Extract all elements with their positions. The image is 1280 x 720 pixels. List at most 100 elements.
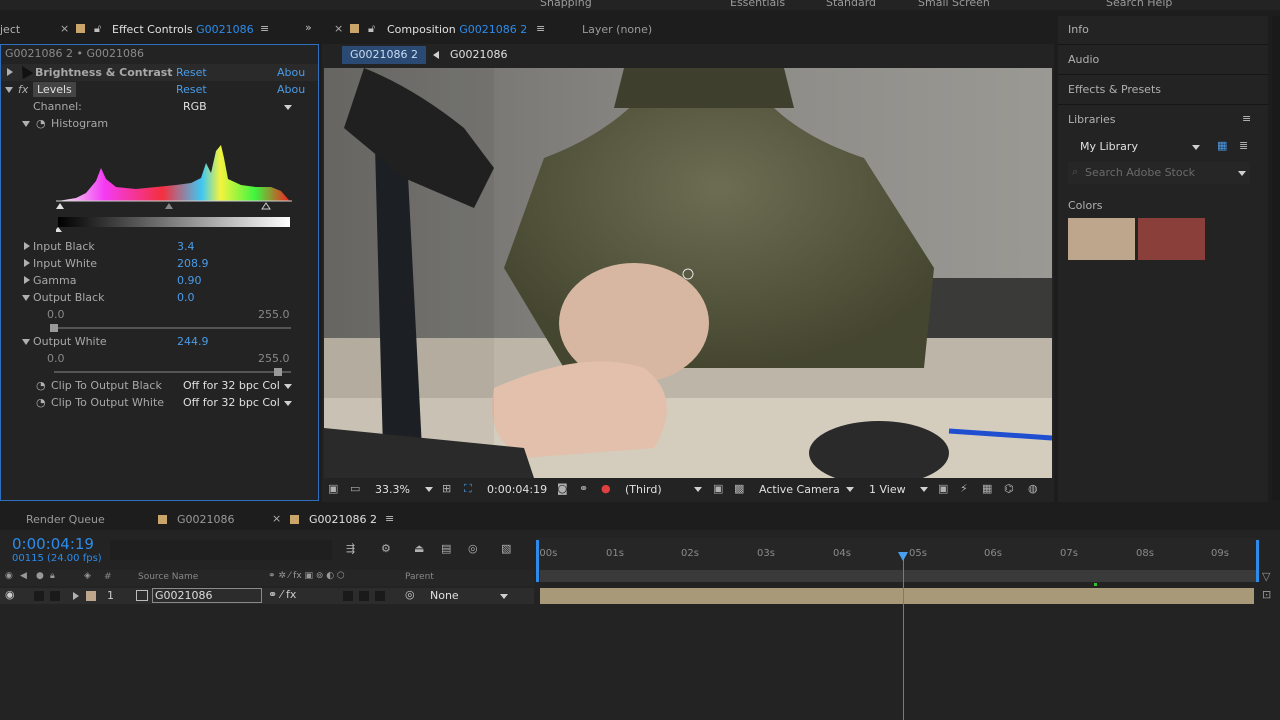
switches-icons[interactable]: ⚭ ⁄ fx xyxy=(268,588,296,601)
expand-icon[interactable] xyxy=(7,68,13,76)
layer-row[interactable]: ◉ 1 G0021086 ⚭ ⁄ fx ◎ None xyxy=(0,588,534,604)
overflow-icon[interactable]: » xyxy=(305,21,312,34)
chevron-down-icon[interactable] xyxy=(920,487,928,492)
timeline-icon[interactable]: ▦ xyxy=(982,482,992,495)
composition-tab[interactable]: Composition G0021086 2 xyxy=(387,23,527,36)
render-queue-tab[interactable]: Render Queue xyxy=(26,513,105,526)
lock-toggle[interactable] xyxy=(50,591,60,601)
transparency-grid-icon[interactable]: ▩ xyxy=(734,482,744,495)
resolution-select[interactable]: (Third) xyxy=(625,483,662,496)
channel-icon[interactable]: ● xyxy=(601,482,611,495)
playhead-icon[interactable] xyxy=(898,552,908,561)
layer-duration-bar[interactable] xyxy=(540,588,1254,604)
switch-box[interactable] xyxy=(359,591,369,601)
about-link[interactable]: Abou xyxy=(277,64,305,81)
about-link[interactable]: Abou xyxy=(277,81,305,98)
draft-3d-icon[interactable]: ⚙︎ xyxy=(381,542,391,555)
chevron-down-icon[interactable] xyxy=(1192,145,1200,150)
lock-icon[interactable]: 🔓︎ xyxy=(368,22,375,36)
expand-icon[interactable] xyxy=(73,592,79,600)
chevron-down-icon[interactable] xyxy=(284,105,292,110)
workspace-small-screen[interactable]: Small Screen xyxy=(918,0,990,9)
comp-marker-bin-icon[interactable]: ▽ xyxy=(1262,570,1276,584)
param-value[interactable]: 0.90 xyxy=(177,272,202,289)
slider-track[interactable] xyxy=(50,324,291,332)
lock-icon[interactable]: 🔓︎ xyxy=(94,22,101,36)
param-value[interactable]: 3.4 xyxy=(177,238,195,255)
libraries-panel-tab[interactable]: Libraries xyxy=(1068,113,1116,126)
work-area-bar[interactable] xyxy=(540,570,1256,582)
layer-name[interactable]: G0021086 xyxy=(152,588,262,603)
search-help-input[interactable]: Search Help xyxy=(1106,0,1172,9)
chevron-down-icon[interactable] xyxy=(425,487,433,492)
chevron-down-icon[interactable] xyxy=(694,487,702,492)
views-select[interactable]: 1 View xyxy=(869,483,906,496)
solo-toggle[interactable] xyxy=(34,591,44,601)
collapse-icon[interactable] xyxy=(5,87,13,93)
pixel-aspect-icon[interactable]: ▣ xyxy=(938,482,948,495)
comp-tab-g0021086-2[interactable]: G0021086 2 xyxy=(309,513,377,526)
info-panel-tab[interactable]: Info xyxy=(1068,23,1089,36)
param-value[interactable]: 0.0 xyxy=(177,289,195,306)
close-icon[interactable]: × xyxy=(272,512,281,525)
stopwatch-icon[interactable]: ◔ xyxy=(36,394,46,411)
slider-thumb[interactable] xyxy=(50,324,58,332)
frame-blending-icon[interactable]: ▤ xyxy=(441,542,451,555)
fx-icon[interactable]: fx xyxy=(18,81,28,98)
collapse-icon[interactable] xyxy=(22,295,30,301)
effect-brightness-contrast[interactable]: Brightness & Contrast Reset Abou xyxy=(1,64,318,81)
slider-thumb[interactable] xyxy=(274,368,282,376)
eye-icon[interactable]: ◉ xyxy=(5,588,15,601)
workspace-essentials[interactable]: Essentials xyxy=(730,0,785,9)
timeline-search-input[interactable] xyxy=(110,540,332,560)
effects-presets-tab[interactable]: Effects & Presets xyxy=(1068,83,1161,96)
chevron-down-icon[interactable] xyxy=(500,594,508,599)
expand-icon[interactable] xyxy=(24,259,30,267)
camera-select[interactable]: Active Camera xyxy=(759,483,840,496)
shy-layers-icon[interactable]: ⏏︎ xyxy=(414,542,424,555)
current-time-indicator[interactable] xyxy=(898,552,908,720)
expand-icon[interactable] xyxy=(24,242,30,250)
chevron-down-icon[interactable] xyxy=(846,487,854,492)
scrollbar[interactable] xyxy=(1272,16,1280,500)
panel-menu-icon[interactable]: ≡ xyxy=(385,512,394,525)
stopwatch-icon[interactable]: ◔ xyxy=(36,377,46,394)
region-icon[interactable]: ⛶ xyxy=(464,482,472,496)
collapse-icon[interactable] xyxy=(22,121,30,127)
color-swatch[interactable] xyxy=(1068,218,1135,260)
slider-track[interactable] xyxy=(54,368,291,376)
project-tab[interactable]: ject xyxy=(0,23,20,36)
switch-box[interactable] xyxy=(343,591,353,601)
comp-mini-flowchart-icon[interactable]: ⇶ xyxy=(346,542,355,555)
graph-editor-icon[interactable]: ▧ xyxy=(501,542,511,555)
work-area-end-handle[interactable] xyxy=(1256,540,1259,582)
work-area-start-handle[interactable] xyxy=(536,540,539,582)
close-icon[interactable]: × xyxy=(60,22,69,35)
snapshot-icon[interactable]: ◙ xyxy=(557,482,568,495)
clip-black-select[interactable]: Off for 32 bpc Col xyxy=(183,377,280,394)
comp-tab-g0021086[interactable]: G0021086 xyxy=(177,513,235,526)
grid-view-icon[interactable]: ▦ xyxy=(1217,139,1227,152)
comp-button-icon[interactable]: ⊡ xyxy=(1262,588,1276,602)
always-preview-icon[interactable]: ▣ xyxy=(328,482,338,495)
comp-breadcrumb-next[interactable]: G0021086 xyxy=(450,48,508,61)
label-color[interactable] xyxy=(86,591,96,601)
viewer-timecode[interactable]: 0:00:04:19 xyxy=(487,483,547,496)
reset-button[interactable]: Reset xyxy=(176,81,207,98)
effect-name[interactable]: Levels xyxy=(33,82,76,97)
snapping-label[interactable]: Snapping xyxy=(540,0,592,9)
timeline-timecode[interactable]: 0:00:04:19 xyxy=(12,535,94,553)
param-value[interactable]: 208.9 xyxy=(177,255,209,272)
expand-icon[interactable] xyxy=(24,276,30,284)
layer-tab[interactable]: Layer (none) xyxy=(582,23,652,36)
monitor-icon[interactable]: ▭ xyxy=(350,482,360,495)
motion-blur-icon[interactable]: ◎ xyxy=(468,542,478,555)
reset-button[interactable]: Reset xyxy=(176,64,207,81)
search-stock-input[interactable]: ⌕ Search Adobe Stock xyxy=(1068,162,1250,184)
panel-menu-icon[interactable]: ≡ xyxy=(536,22,545,35)
channel-select[interactable]: RGB xyxy=(183,98,207,115)
effect-controls-tab[interactable]: Effect Controls G0021086 xyxy=(112,23,254,36)
output-white-slider[interactable]: 0.0 255.0 xyxy=(1,350,318,367)
close-icon[interactable]: × xyxy=(334,22,343,35)
zoom-select[interactable]: 33.3% xyxy=(375,483,410,496)
